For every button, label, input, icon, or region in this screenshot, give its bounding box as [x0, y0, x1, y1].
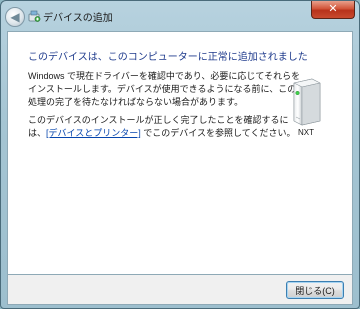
close-icon: ✕ [328, 3, 338, 15]
close-button[interactable]: 閉じる(C) [286, 281, 344, 299]
content-area: このデバイスは、このコンピューターに正常に追加されました Windows で現在… [7, 31, 353, 275]
window-title: デバイスの追加 [43, 13, 113, 24]
verify-paragraph: このデバイスのインストールが正しく完了したことを確認するに は、[デバイスとプリ… [28, 114, 295, 140]
verify-line-2: は、[デバイスとプリンター] でこのデバイスを参照してください。 [28, 127, 295, 140]
verify-line-2-prefix: は、 [28, 128, 47, 138]
success-heading: このデバイスは、このコンピューターに正常に追加されました [28, 52, 308, 63]
window-close-button[interactable]: ✕ [311, 1, 355, 19]
driver-info-paragraph: Windows で現在ドライバーを確認中であり、必要に応じてそれらを インストー… [28, 70, 300, 109]
verify-line-2-suffix: でこのデバイスを参照してください。 [140, 128, 296, 138]
verify-line-1: このデバイスのインストールが正しく完了したことを確認するに [28, 115, 289, 125]
driver-info-line-1: Windows で現在ドライバーを確認中であり、必要に応じてそれらを [28, 71, 301, 81]
dialog-window: ◀ デバイスの追加 ✕ このデバイスは、このコンピューターに正常に追加されました… [0, 0, 360, 309]
dialog-footer: 閉じる(C) [7, 275, 353, 305]
add-device-icon [28, 10, 41, 22]
driver-info-line-3: 処理の完了を待たなければならない場合があります。 [28, 97, 244, 107]
title-bar: ◀ デバイスの追加 ✕ [1, 1, 359, 31]
devices-and-printers-link[interactable]: [デバイスとプリンター] [46, 128, 141, 138]
back-arrow-icon: ◀ [10, 10, 20, 24]
driver-info-line-2: インストールします。デバイスが使用できるようになる前に、この [28, 84, 297, 94]
back-button[interactable]: ◀ [5, 7, 25, 27]
device-name-label: NXT [298, 128, 314, 137]
